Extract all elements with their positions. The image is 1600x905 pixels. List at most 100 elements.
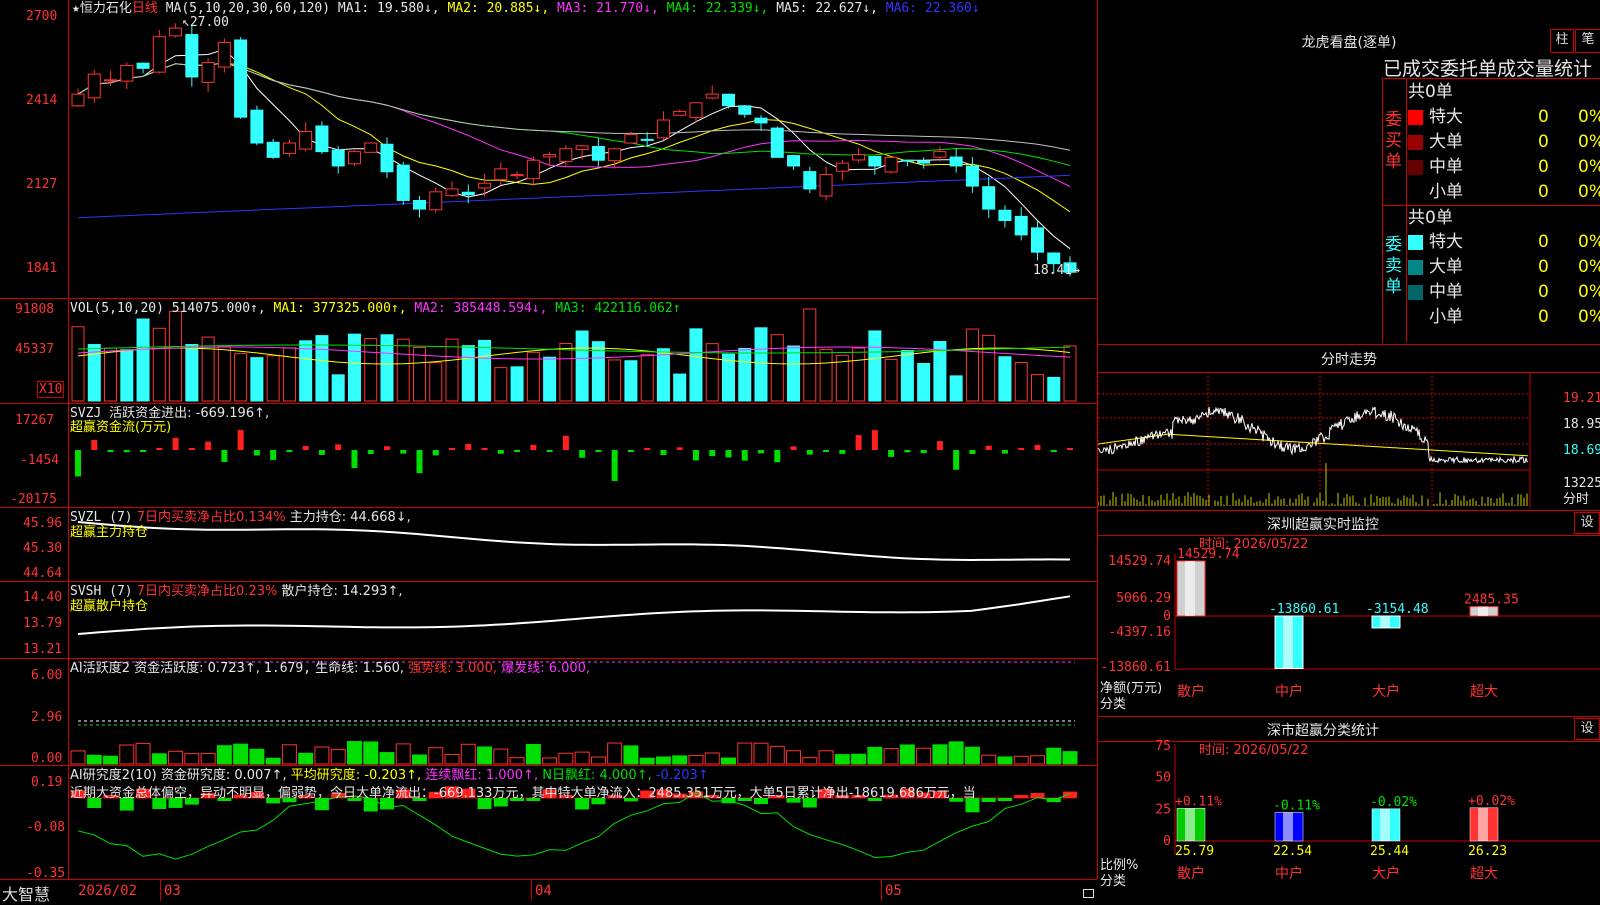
- svzj-bar: [562, 435, 569, 450]
- active-bar: [184, 753, 200, 765]
- buy-m-swatch: [1408, 159, 1423, 175]
- svzj-bar: [481, 448, 488, 450]
- ai-research-summary: 近期大资金总体偏空，异动不明显，偏弱势，今日大单净流出：-669.133万元，其…: [70, 786, 976, 801]
- active-bar: [477, 746, 493, 765]
- active-bar: [525, 743, 541, 765]
- svsh-title: SVSH (7): [70, 584, 133, 599]
- active-bar: [623, 745, 639, 765]
- svzj-bar: [1034, 444, 1041, 450]
- candle-body: [364, 142, 378, 153]
- candle-body: [770, 127, 784, 158]
- active-bar: [786, 750, 802, 765]
- lock-icon[interactable]: [1083, 889, 1094, 898]
- svzl-y-tick: 45.96: [23, 516, 63, 531]
- category-bar-value: 25.79: [1175, 844, 1214, 859]
- volume-bar: [949, 375, 963, 402]
- svzj-bar: [286, 450, 293, 452]
- favorite-star-icon[interactable]: ★: [72, 1, 80, 16]
- svzj-bar: [676, 447, 683, 450]
- active-bar: [460, 743, 476, 765]
- svzj-bar: [318, 450, 325, 455]
- svzj-subtitle: 超赢资金流(万元): [70, 420, 172, 435]
- monitor-bar-value: 2485.35: [1464, 593, 1519, 608]
- ai-research-avg: 平均研究度: -0.203↑,: [290, 768, 422, 783]
- volume-bar: [624, 360, 638, 402]
- candle-body: [461, 191, 475, 196]
- vol-value: 514075.000↑,: [171, 301, 266, 316]
- category-label: 中户: [1275, 865, 1303, 882]
- category-change-label: -0.02%: [1370, 795, 1417, 810]
- svzj-bar: [1001, 450, 1008, 454]
- ai-research-y-tick: 0.19: [31, 775, 63, 790]
- stats-title: 已成交委托单成交量统计: [1383, 58, 1593, 80]
- svzj-header: SVZJ 活跃资金进出: -669.196↑,: [70, 406, 269, 421]
- candle-body: [640, 138, 654, 141]
- candle-body: [104, 79, 118, 82]
- svzj-bar: [156, 448, 163, 450]
- svzl-y-tick: 45.30: [23, 541, 63, 556]
- category-change-label: -0.11%: [1273, 798, 1320, 813]
- svzl-line: [77, 521, 1070, 562]
- bar-view-button[interactable]: 柱: [1550, 29, 1574, 53]
- candle-body: [71, 93, 85, 107]
- intraday-price-tick: 19.21: [1563, 391, 1600, 406]
- candle-body: [949, 156, 963, 167]
- monitor-category-label: 大户: [1372, 683, 1400, 700]
- monitor-y-tick: 0: [1163, 609, 1171, 624]
- svzl-label2: 主力持仓: 44.668↓,: [289, 510, 411, 525]
- sz-category-settings-button[interactable]: 设: [1574, 718, 1600, 740]
- candle-body: [803, 171, 817, 190]
- category-label: 超大: [1470, 866, 1498, 882]
- volume-bar: [217, 346, 231, 402]
- high-price-label: ↖27.00: [182, 15, 229, 30]
- active-bar: [607, 742, 623, 765]
- svzj-bar: [953, 450, 960, 470]
- volume-bar: [510, 366, 524, 402]
- svzj-bar: [969, 450, 976, 455]
- category-bar-shine: [1380, 808, 1390, 841]
- monitor-category-label: 中户: [1275, 683, 1303, 700]
- candle-body: [120, 64, 134, 82]
- svsh-label1: 7日内买卖净占比0.23%: [136, 584, 278, 599]
- sz-monitor-settings-button[interactable]: 设: [1574, 512, 1600, 534]
- svsh-subtitle: 超赢散户持仓: [70, 599, 149, 614]
- candle-body: [835, 162, 849, 172]
- svzj-bar: [237, 430, 244, 450]
- ma2-line: [77, 62, 1071, 213]
- svzl-label1: 7日内买卖净占比0.134%: [136, 510, 286, 525]
- svzj-bar: [400, 450, 407, 454]
- candle-body: [591, 146, 605, 161]
- active-bar: [981, 754, 997, 765]
- ai-active-label: 资金活跃度: 0.723↑,: [134, 661, 260, 676]
- volume-bar: [656, 348, 670, 402]
- svzl-header: SVZL (7) 7日内买卖净占比0.134% 主力持仓: 44.668↓,: [70, 510, 411, 525]
- main-chart-svg: [71, 23, 1077, 277]
- tick-view-button[interactable]: 笔: [1575, 29, 1600, 53]
- category-bar-value: 25.44: [1370, 844, 1409, 859]
- svzj-bar: [91, 439, 98, 450]
- svzj-bar: [985, 445, 992, 450]
- x-axis-label: 05: [885, 883, 902, 899]
- vol-ma3: MA3: 422116.062↑: [555, 301, 681, 316]
- period-label[interactable]: 日线: [132, 1, 158, 16]
- x-axis-bar: 大智慧 2026/02 03 04 05: [0, 879, 1097, 904]
- volume-bar: [71, 326, 85, 402]
- vol-title: VOL(5,10,20): [70, 301, 164, 316]
- volume-bar: [673, 373, 687, 402]
- candle-body: [917, 160, 931, 164]
- active-bar: [883, 748, 899, 765]
- sell-count: 共0单: [1408, 208, 1453, 228]
- active-bar: [899, 744, 915, 765]
- svzj-bar: [497, 450, 504, 454]
- active-bar: [509, 757, 525, 765]
- ai-active-burst: 爆发线: 6.000,: [501, 661, 591, 676]
- x-tick-mark: [531, 880, 532, 901]
- category-y-tick: 0: [1163, 834, 1171, 849]
- monitor-category-label: 散户: [1177, 683, 1205, 700]
- svzj-bar: [627, 450, 634, 452]
- svzl-y-tick: 44.64: [23, 566, 63, 581]
- svzj-bar: [758, 450, 765, 454]
- ma1-value: MA1: 19.580↓,: [337, 1, 440, 16]
- svzj-bar: [790, 446, 797, 450]
- svzj-bar: [611, 450, 618, 482]
